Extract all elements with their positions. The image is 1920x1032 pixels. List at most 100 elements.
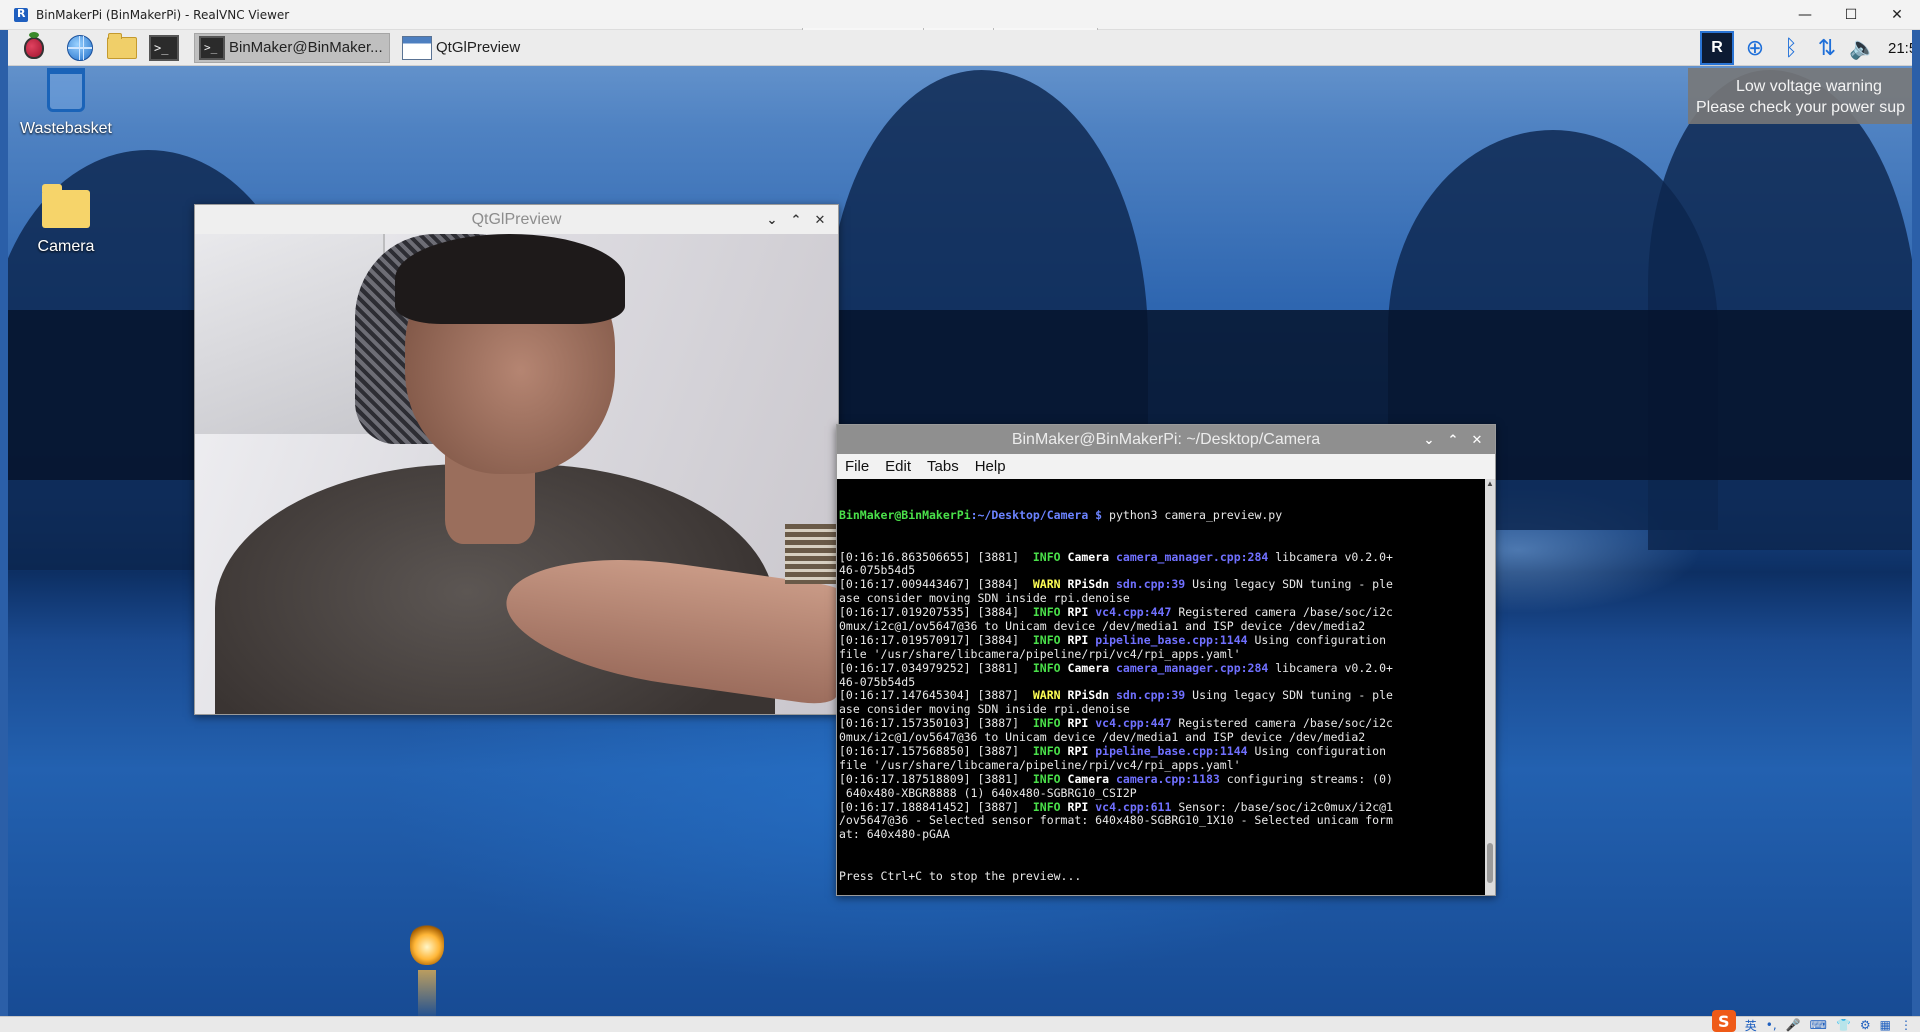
- wallpaper-lantern-reflection: [418, 970, 436, 1016]
- sogou-ime-logo-icon[interactable]: S: [1711, 1010, 1736, 1032]
- ime-settings-icon[interactable]: ⚙: [1860, 1018, 1871, 1032]
- log-level: WARN: [1032, 688, 1061, 703]
- ime-language-toggle[interactable]: 英: [1745, 1017, 1757, 1032]
- web-browser-button[interactable]: [64, 32, 96, 64]
- log-timestamp: [0:16:17.147645304] [3887]: [839, 688, 1020, 703]
- log-level: INFO: [1032, 549, 1061, 564]
- log-component: Camera: [1067, 660, 1110, 675]
- log-line: [0:16:17.147645304] [3887] WARN RPiSdn s…: [839, 688, 1483, 703]
- window-controls: ⌄ ⌃ ✕: [760, 210, 832, 230]
- tooltip-message: Please check your power sup: [1696, 99, 1905, 116]
- menu-edit[interactable]: Edit: [885, 458, 911, 475]
- log-line: [0:16:17.019570917] [3884] INFO RPI pipe…: [839, 632, 1483, 648]
- log-level: INFO: [1032, 716, 1061, 731]
- ime-toolbox-icon[interactable]: ▦: [1880, 1018, 1891, 1032]
- close-button[interactable]: ✕: [1465, 430, 1489, 450]
- desktop-icon-label: Wastebasket: [20, 120, 112, 137]
- log-level: INFO: [1032, 743, 1061, 758]
- log-message: configuring streams: (0): [1219, 771, 1393, 786]
- qtglpreview-window: QtGlPreview ⌄ ⌃ ✕: [194, 204, 839, 715]
- realvnc-app-icon: [14, 7, 28, 22]
- scrollbar-thumb[interactable]: [1487, 843, 1493, 883]
- window-controls: ⌄ ⌃ ✕: [1417, 430, 1489, 450]
- system-tray: R ⊕ ᛒ ⇅ 🔈 21:5: [1700, 30, 1912, 66]
- menu-file[interactable]: File: [845, 458, 869, 475]
- volume-icon[interactable]: 🔈: [1848, 33, 1878, 63]
- task-qtglpreview-label: QtGlPreview: [436, 39, 521, 56]
- log-line: [0:16:17.019207535] [3884] INFO RPI vc4.…: [839, 605, 1483, 620]
- log-timestamp: [0:16:16.863506655] [3881]: [839, 549, 1020, 564]
- desktop-icon-camera[interactable]: Camera: [8, 184, 126, 256]
- vnc-minimize-button[interactable]: —: [1782, 0, 1828, 30]
- log-timestamp: [0:16:17.019207535] [3884]: [839, 605, 1020, 620]
- raspberry-menu-icon: [24, 31, 44, 59]
- terminal-output[interactable]: BinMaker@BinMakerPi:~/Desktop/Camera $ p…: [837, 479, 1485, 895]
- terminal-launcher-button[interactable]: >_: [148, 32, 180, 64]
- ime-voice-icon[interactable]: 🎤: [1786, 1018, 1801, 1032]
- raspberry-menu-button[interactable]: [18, 31, 50, 64]
- window-title: BinMaker@BinMakerPi: ~/Desktop/Camera: [1011, 430, 1321, 448]
- prompt-line: BinMaker@BinMakerPi:~/Desktop/Camera $ p…: [839, 507, 1483, 523]
- updates-download-icon[interactable]: ⊕: [1740, 33, 1770, 63]
- scroll-up-arrow-icon[interactable]: ▲: [1485, 479, 1495, 489]
- terminal-scrollbar[interactable]: ▲: [1485, 479, 1495, 895]
- log-source: vc4.cpp:447: [1095, 605, 1172, 620]
- log-line: [0:16:17.009443467] [3884] WARN RPiSdn s…: [839, 577, 1483, 592]
- task-terminal[interactable]: >_ BinMaker@BinMaker...: [194, 32, 390, 63]
- log-message: libcamera v0.2.0+: [1268, 549, 1393, 564]
- log-component: RPI: [1067, 716, 1089, 731]
- network-updown-icon[interactable]: ⇅: [1812, 33, 1842, 63]
- vnc-server-icon[interactable]: R: [1700, 31, 1734, 65]
- tooltip-title: Low voltage warning: [1736, 78, 1882, 95]
- ime-toolbar: S 英 •, 🎤 ⌨ 👕 ⚙ ▦ ⋮: [1711, 1010, 1912, 1032]
- bluetooth-icon[interactable]: ᛒ: [1776, 33, 1806, 63]
- file-manager-button[interactable]: [106, 32, 138, 64]
- minimize-button[interactable]: ⌄: [1417, 430, 1441, 450]
- log-line: [0:16:17.188841452] [3887] INFO RPI vc4.…: [839, 800, 1483, 815]
- log-message: Using legacy SDN tuning - ple: [1185, 688, 1393, 703]
- menu-help[interactable]: Help: [975, 458, 1006, 475]
- terminal-footer-line: Press Ctrl+C to stop the preview...: [839, 869, 1082, 884]
- log-line: [0:16:16.863506655] [3881] INFO Camera c…: [839, 549, 1483, 565]
- log-source: sdn.cpp:39: [1116, 688, 1186, 703]
- log-source: camera_manager.cpp:284: [1116, 549, 1269, 564]
- log-timestamp: [0:16:17.157568850] [3887]: [839, 743, 1020, 758]
- host-taskbar-strip: S 英 •, 🎤 ⌨ 👕 ⚙ ▦ ⋮: [0, 1010, 1920, 1032]
- close-button[interactable]: ✕: [808, 210, 832, 230]
- ime-keyboard-icon[interactable]: ⌨: [1810, 1018, 1827, 1032]
- log-line-continuation: 46-075b54d5: [839, 563, 916, 578]
- log-component: RPiSdn: [1067, 688, 1110, 703]
- log-source: sdn.cpp:39: [1116, 577, 1186, 592]
- task-qtglpreview[interactable]: QtGlPreview: [398, 33, 524, 63]
- vnc-window-controls: — ☐ ✕: [1782, 0, 1920, 30]
- minimize-button[interactable]: ⌄: [760, 210, 784, 230]
- log-component: RPI: [1067, 632, 1089, 647]
- maximize-button[interactable]: ⌃: [784, 210, 808, 230]
- log-message: libcamera v0.2.0+: [1268, 660, 1393, 675]
- log-source: camera.cpp:1183: [1116, 771, 1220, 786]
- window-titlebar[interactable]: QtGlPreview ⌄ ⌃ ✕: [195, 205, 838, 234]
- log-line-continuation: ase consider moving SDN inside rpi.denoi…: [839, 702, 1130, 717]
- log-timestamp: [0:16:17.034979252] [3881]: [839, 660, 1020, 675]
- ime-more-icon[interactable]: ⋮: [1900, 1018, 1912, 1032]
- prompt-user: BinMaker@BinMakerPi: [839, 507, 971, 522]
- terminal-menubar: File Edit Tabs Help: [837, 454, 1495, 478]
- taskbar-clock[interactable]: 21:5: [1888, 40, 1912, 57]
- log-line-continuation: 0mux/i2c@1/ov5647@36 to Unicam device /d…: [839, 618, 1366, 633]
- terminal-icon: >_: [199, 35, 225, 60]
- log-component: Camera: [1067, 549, 1110, 564]
- maximize-button[interactable]: ⌃: [1441, 430, 1465, 450]
- log-line-continuation: 640x480-XBGR8888 (1) 640x480-SGBRG10_CSI…: [839, 785, 1137, 800]
- ime-skin-icon[interactable]: 👕: [1836, 1018, 1851, 1032]
- wastebasket-icon: [47, 68, 85, 112]
- log-timestamp: [0:16:17.187518809] [3881]: [839, 771, 1020, 786]
- ime-punctuation-icon[interactable]: •,: [1766, 1018, 1777, 1032]
- log-component: RPI: [1067, 605, 1089, 620]
- vnc-maximize-button[interactable]: ☐: [1828, 0, 1874, 30]
- log-line-continuation: file '/usr/share/libcamera/pipeline/rpi/…: [839, 757, 1241, 772]
- vnc-window-title: BinMakerPi (BinMakerPi) - RealVNC Viewer: [36, 7, 290, 22]
- vnc-close-button[interactable]: ✕: [1874, 0, 1920, 30]
- window-titlebar[interactable]: BinMaker@BinMakerPi: ~/Desktop/Camera ⌄ …: [837, 425, 1495, 454]
- menu-tabs[interactable]: Tabs: [927, 458, 959, 475]
- desktop-icon-wastebasket[interactable]: Wastebasket: [8, 68, 126, 138]
